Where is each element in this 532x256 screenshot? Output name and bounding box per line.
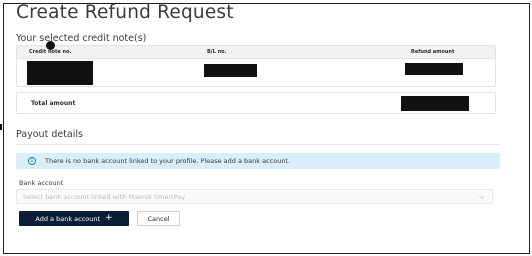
info-message: There is no bank account linked to your … [45, 157, 291, 165]
redacted-total-amount [401, 96, 469, 111]
cursor-dot [46, 41, 55, 50]
redacted-bl-no [204, 64, 257, 77]
column-header-refund-amount: Refund amount [411, 49, 455, 55]
plus-icon: + [105, 213, 113, 223]
edge-marker [0, 124, 2, 130]
redacted-credit-note-no [27, 61, 93, 85]
bank-account-placeholder: Select bank account linked with Maersk S… [23, 193, 186, 201]
chevron-down-icon [479, 195, 485, 199]
redacted-refund-amount [405, 63, 463, 75]
payout-section-title: Payout details [16, 129, 83, 140]
bank-account-label: Bank account [19, 179, 64, 187]
table-header: Credit note no. B/L no. Refund amount [17, 46, 495, 59]
total-amount-label: Total amount [31, 100, 76, 107]
add-bank-account-button[interactable]: Add a bank account + [19, 211, 129, 226]
credit-notes-section-title: Your selected credit note(s) [16, 33, 147, 44]
credit-notes-table: Credit note no. B/L no. Refund amount [16, 45, 496, 87]
add-bank-account-label: Add a bank account [35, 214, 101, 223]
info-banner: i There is no bank account linked to you… [16, 153, 500, 169]
bank-account-select[interactable]: Select bank account linked with Maersk S… [16, 189, 493, 204]
page-title: Create Refund Request [16, 2, 234, 23]
total-amount-row: Total amount [16, 92, 496, 114]
cancel-button[interactable]: Cancel [137, 211, 180, 226]
info-icon: i [28, 157, 36, 165]
divider [16, 144, 500, 145]
column-header-bl-no: B/L no. [207, 49, 227, 55]
